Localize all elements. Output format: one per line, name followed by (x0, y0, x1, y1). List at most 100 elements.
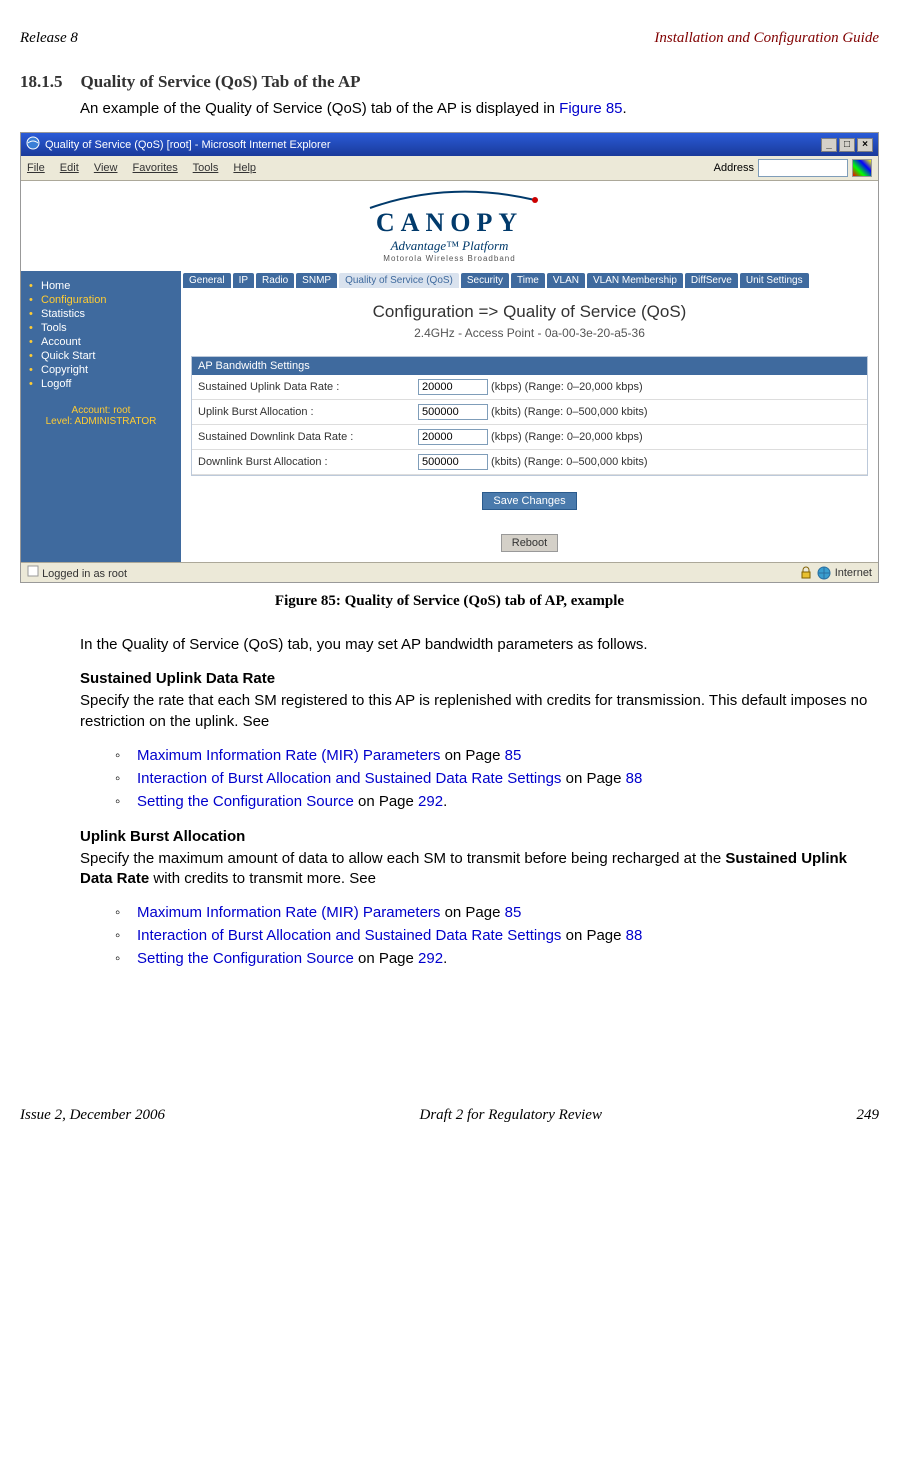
subhead-uplink-burst: Uplink Burst Allocation (80, 828, 879, 845)
logo-text: CANOPY (21, 208, 878, 238)
address-label: Address (714, 162, 754, 174)
config-tab[interactable]: Time (511, 273, 545, 288)
settings-title: AP Bandwidth Settings (192, 357, 867, 375)
intro-paragraph: An example of the Quality of Service (Qo… (80, 100, 879, 117)
menu-edit[interactable]: Edit (60, 162, 79, 174)
cross-ref-link[interactable]: Setting the Configuration Source (137, 793, 354, 810)
page-ref-link[interactable]: 85 (505, 747, 522, 764)
setting-label: Uplink Burst Allocation : (192, 400, 412, 425)
ie-icon (26, 136, 40, 153)
page-icon (27, 565, 39, 577)
page-header: Release 8 Installation and Configuration… (20, 30, 879, 47)
menu-view[interactable]: View (94, 162, 118, 174)
save-changes-button[interactable]: Save Changes (482, 492, 576, 510)
footer-center: Draft 2 for Regulatory Review (420, 1107, 602, 1124)
cross-ref-link[interactable]: Maximum Information Rate (MIR) Parameter… (137, 904, 440, 921)
logo-area: CANOPY Advantage™ Platform Motorola Wire… (21, 181, 878, 271)
logo-tagline: Motorola Wireless Broadband (21, 254, 878, 263)
config-tab[interactable]: SNMP (296, 273, 337, 288)
sidebar-item[interactable]: Logoff (29, 377, 173, 391)
setting-hint: (kbits) (Range: 0–500,000 kbits) (488, 456, 648, 468)
config-tab[interactable]: IP (233, 273, 254, 288)
reboot-button[interactable]: Reboot (501, 534, 558, 552)
subhead-sustained-uplink: Sustained Uplink Data Rate (80, 670, 879, 687)
screenshot-figure: Quality of Service (QoS) [root] - Micros… (20, 132, 879, 583)
setting-hint: (kbps) (Range: 0–20,000 kbps) (488, 431, 643, 443)
globe-icon (817, 566, 831, 580)
page-ref-link[interactable]: 292 (418, 793, 443, 810)
list-item: Setting the Configuration Source on Page… (115, 793, 879, 810)
menu-file[interactable]: File (27, 162, 45, 174)
logo-subtitle: Advantage™ Platform (21, 238, 878, 254)
config-header: Configuration => Quality of Service (QoS… (181, 290, 878, 326)
sidebar: HomeConfigurationStatisticsToolsAccountQ… (21, 271, 181, 562)
config-tab[interactable]: Unit Settings (740, 273, 809, 288)
sidebar-item[interactable]: Copyright (29, 363, 173, 377)
list-item: Maximum Information Rate (MIR) Parameter… (115, 747, 879, 764)
setting-label: Sustained Uplink Data Rate : (192, 375, 412, 400)
menu-items: File Edit View Favorites Tools Help (27, 162, 268, 174)
settings-table: Sustained Uplink Data Rate : (kbps) (Ran… (192, 375, 867, 475)
maximize-button[interactable]: □ (839, 138, 855, 152)
settings-box: AP Bandwidth Settings Sustained Uplink D… (191, 356, 868, 476)
cross-ref-link[interactable]: Maximum Information Rate (MIR) Parameter… (137, 747, 440, 764)
table-row: Uplink Burst Allocation : (kbits) (Range… (192, 400, 867, 425)
config-tab[interactable]: VLAN Membership (587, 273, 683, 288)
footer-right: 249 (857, 1107, 880, 1124)
table-row: Sustained Downlink Data Rate : (kbps) (R… (192, 425, 867, 450)
bullet-list-2: Maximum Information Rate (MIR) Parameter… (115, 904, 879, 967)
config-subheader: 2.4GHz - Access Point - 0a-00-3e-20-a5-3… (181, 326, 878, 350)
cross-ref-link[interactable]: Interaction of Burst Allocation and Sust… (137, 927, 561, 944)
table-row: Downlink Burst Allocation : (kbits) (Ran… (192, 450, 867, 475)
config-tab[interactable]: Security (461, 273, 509, 288)
setting-input[interactable] (418, 429, 488, 445)
sidebar-item[interactable]: Statistics (29, 307, 173, 321)
config-tab[interactable]: Quality of Service (QoS) (339, 273, 459, 288)
config-tab[interactable]: VLAN (547, 273, 585, 288)
menu-help[interactable]: Help (233, 162, 256, 174)
page-ref-link[interactable]: 292 (418, 950, 443, 967)
cross-ref-link[interactable]: Interaction of Burst Allocation and Sust… (137, 770, 561, 787)
table-row: Sustained Uplink Data Rate : (kbps) (Ran… (192, 375, 867, 400)
address-input[interactable] (758, 159, 848, 177)
close-button[interactable]: × (857, 138, 873, 152)
setting-input[interactable] (418, 454, 488, 470)
config-tab[interactable]: General (183, 273, 231, 288)
status-bar: Logged in as root Internet (21, 562, 878, 582)
page-ref-link[interactable]: 88 (626, 770, 643, 787)
setting-hint: (kbits) (Range: 0–500,000 kbits) (488, 406, 648, 418)
setting-input[interactable] (418, 379, 488, 395)
canopy-swoosh-icon (360, 190, 540, 210)
sidebar-item[interactable]: Tools (29, 321, 173, 335)
paragraph-intro: In the Quality of Service (QoS) tab, you… (80, 635, 879, 655)
tabs-row: GeneralIPRadioSNMPQuality of Service (Qo… (181, 271, 878, 290)
paragraph-sustained-uplink: Specify the rate that each SM registered… (80, 691, 879, 732)
list-item: Maximum Information Rate (MIR) Parameter… (115, 904, 879, 921)
sidebar-item[interactable]: Configuration (29, 293, 173, 307)
section-title: Quality of Service (QoS) Tab of the AP (81, 72, 361, 91)
page-ref-link[interactable]: 85 (505, 904, 522, 921)
config-tab[interactable]: DiffServe (685, 273, 738, 288)
minimize-button[interactable]: _ (821, 138, 837, 152)
list-item: Interaction of Burst Allocation and Sust… (115, 770, 879, 787)
figure-caption: Figure 85: Quality of Service (QoS) tab … (20, 593, 879, 610)
page-ref-link[interactable]: 88 (626, 927, 643, 944)
account-info: Account: root Level: ADMINISTRATOR (29, 405, 173, 427)
setting-label: Sustained Downlink Data Rate : (192, 425, 412, 450)
sidebar-item[interactable]: Home (29, 279, 173, 293)
header-right: Installation and Configuration Guide (654, 30, 879, 47)
sidebar-item[interactable]: Account (29, 335, 173, 349)
setting-hint: (kbps) (Range: 0–20,000 kbps) (488, 381, 643, 393)
menu-favorites[interactable]: Favorites (133, 162, 178, 174)
status-left: Logged in as root (42, 568, 127, 580)
window-title: Quality of Service (QoS) [root] - Micros… (45, 139, 330, 151)
section-number: 18.1.5 (20, 72, 63, 91)
figure-ref-link[interactable]: Figure 85 (559, 100, 622, 117)
menu-tools[interactable]: Tools (193, 162, 219, 174)
sidebar-item[interactable]: Quick Start (29, 349, 173, 363)
config-tab[interactable]: Radio (256, 273, 294, 288)
setting-input[interactable] (418, 404, 488, 420)
cross-ref-link[interactable]: Setting the Configuration Source (137, 950, 354, 967)
windows-flag-icon (852, 159, 872, 177)
main-panel: GeneralIPRadioSNMPQuality of Service (Qo… (181, 271, 878, 562)
